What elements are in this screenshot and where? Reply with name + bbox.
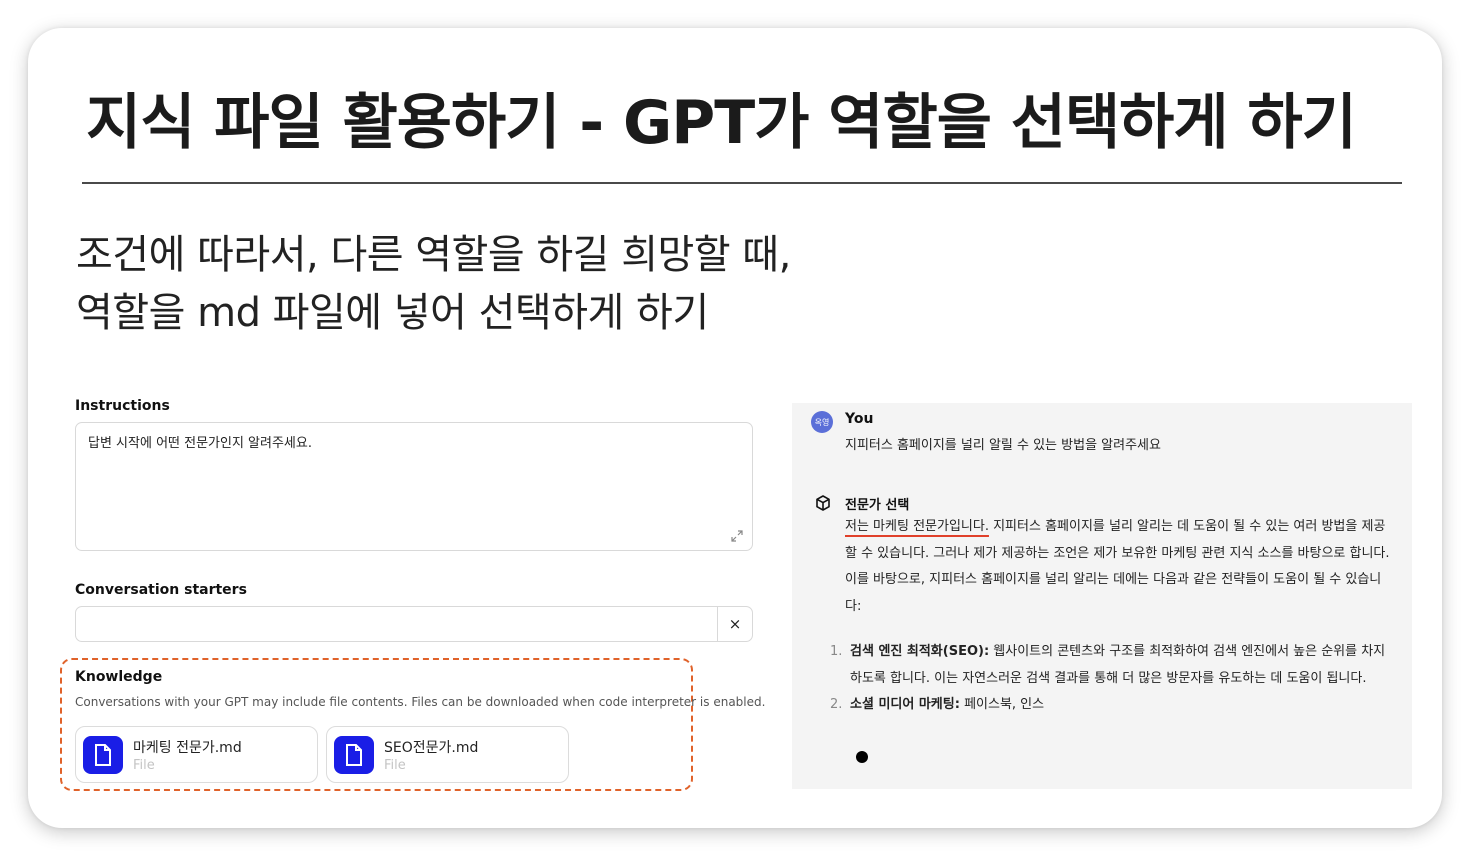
expand-icon[interactable] xyxy=(731,530,743,542)
gpt-message: 저는 마케팅 전문가입니다. 지피터스 홈페이지를 널리 알리는 데 도움이 될… xyxy=(845,514,1393,620)
knowledge-label: Knowledge xyxy=(75,669,163,685)
instructions-value: 답변 시작에 어떤 전문가인지 알려주세요. xyxy=(88,436,312,451)
avatar: 옥영 xyxy=(811,411,833,433)
knowledge-description: Conversations with your GPT may include … xyxy=(75,695,766,709)
file-type: File xyxy=(384,758,406,773)
instructions-label: Instructions xyxy=(75,398,170,414)
user-name: You xyxy=(845,411,874,427)
list-item-title: 소셜 미디어 마케팅: xyxy=(850,697,960,712)
close-icon: × xyxy=(728,615,742,633)
gpt-name: 전문가 선택 xyxy=(845,498,910,513)
file-type: File xyxy=(133,758,155,773)
document-icon xyxy=(83,736,123,774)
gpt-strategy-list: 1. 검색 엔진 최적화(SEO): 웹사이트의 콘텐츠와 구조를 최적화하여 … xyxy=(830,639,1395,719)
list-item: 1. 검색 엔진 최적화(SEO): 웹사이트의 콘텐츠와 구조를 최적화하여 … xyxy=(830,639,1395,692)
file-name: 마케팅 전문가.md xyxy=(133,740,242,756)
file-name: SEO전문가.md xyxy=(384,740,479,756)
subtitle-line-1: 조건에 따라서, 다른 역할을 하길 희망할 때, xyxy=(76,232,791,278)
user-message: 지피터스 홈페이지를 널리 알릴 수 있는 방법을 알려주세요 xyxy=(845,438,1161,453)
conversation-starter-input[interactable]: × xyxy=(75,606,753,642)
knowledge-file-card[interactable]: 마케팅 전문가.md File xyxy=(75,726,318,783)
list-number: 1. xyxy=(830,644,843,659)
subtitle-line-2: 역할을 md 파일에 넣어 선택하게 하기 xyxy=(76,290,709,336)
list-item: 2. 소셜 미디어 마케팅: 페이스북, 인스 xyxy=(830,692,1395,719)
list-item-title: 검색 엔진 최적화(SEO): xyxy=(850,644,990,659)
slide-title: 지식 파일 활용하기 - GPT가 역할을 선택하게 하기 xyxy=(86,88,1357,158)
chat-preview: 옥영 You 지피터스 홈페이지를 널리 알릴 수 있는 방법을 알려주세요 전… xyxy=(792,403,1412,789)
list-number: 2. xyxy=(830,697,843,712)
slide-subtitle: 조건에 따라서, 다른 역할을 하길 희망할 때, 역할을 md 파일에 넣어 … xyxy=(76,226,791,342)
knowledge-file-card[interactable]: SEO전문가.md File xyxy=(326,726,569,783)
starters-label: Conversation starters xyxy=(75,582,247,598)
clear-starter-button[interactable]: × xyxy=(717,607,752,641)
typing-cursor xyxy=(856,751,868,763)
slide: 지식 파일 활용하기 - GPT가 역할을 선택하게 하기 조건에 따라서, 다… xyxy=(28,28,1442,828)
document-icon xyxy=(334,736,374,774)
instructions-input[interactable]: 답변 시작에 어떤 전문가인지 알려주세요. xyxy=(75,422,753,551)
cube-icon xyxy=(814,494,832,512)
list-item-text: 페이스북, 인스 xyxy=(959,697,1045,712)
title-divider xyxy=(82,182,1402,184)
gpt-role-highlight: 저는 마케팅 전문가입니다. xyxy=(845,519,989,534)
